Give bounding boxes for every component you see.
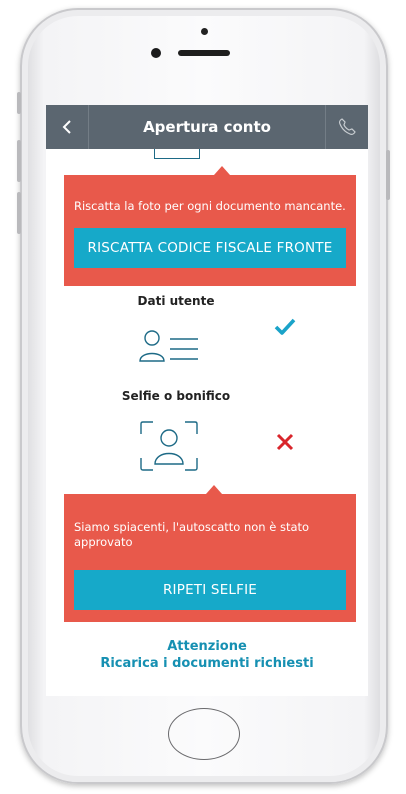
camera-dot bbox=[201, 28, 208, 35]
user-data-icon bbox=[139, 330, 198, 362]
retake-selfie-button[interactable]: RIPETI SELFIE bbox=[74, 570, 346, 610]
retake-document-button[interactable]: RISCATTA CODICE FISCALE FRONTE bbox=[74, 228, 346, 268]
footer-subtitle[interactable]: Ricarica i documenti richiesti bbox=[46, 656, 368, 671]
step-label-selfie: Selfie o bonifico bbox=[121, 389, 231, 403]
back-button[interactable] bbox=[46, 105, 89, 149]
alert-pointer bbox=[206, 485, 222, 494]
front-camera bbox=[151, 48, 161, 58]
footer-title: Attenzione bbox=[167, 639, 247, 654]
app-screen: Apertura conto Riscatta la foto per ogni… bbox=[46, 105, 368, 696]
step-label-user-data: Dati utente bbox=[137, 294, 215, 308]
mute-switch bbox=[17, 92, 21, 114]
check-icon bbox=[274, 318, 296, 335]
phone-icon bbox=[339, 118, 356, 135]
document-icon-partial bbox=[154, 149, 200, 159]
document-alert-message: Riscatta la foto per ogni documento manc… bbox=[74, 199, 346, 213]
earpiece-speaker bbox=[178, 50, 230, 56]
selfie-alert-message: Siamo spiacenti, l'autoscatto non è stat… bbox=[74, 520, 310, 549]
call-button[interactable] bbox=[325, 105, 368, 149]
page-title: Apertura conto bbox=[143, 118, 271, 136]
selfie-alert: Siamo spiacenti, l'autoscatto non è stat… bbox=[64, 494, 356, 622]
home-button[interactable] bbox=[168, 708, 240, 760]
chevron-left-icon bbox=[62, 120, 71, 134]
selfie-icon bbox=[140, 421, 198, 471]
volume-up-button bbox=[17, 140, 21, 182]
alert-pointer bbox=[214, 166, 230, 175]
volume-down-button bbox=[17, 192, 21, 234]
error-x-icon bbox=[276, 433, 294, 451]
document-alert: Riscatta la foto per ogni documento manc… bbox=[64, 175, 356, 286]
power-button bbox=[386, 150, 390, 200]
header-bar: Apertura conto bbox=[46, 105, 368, 149]
